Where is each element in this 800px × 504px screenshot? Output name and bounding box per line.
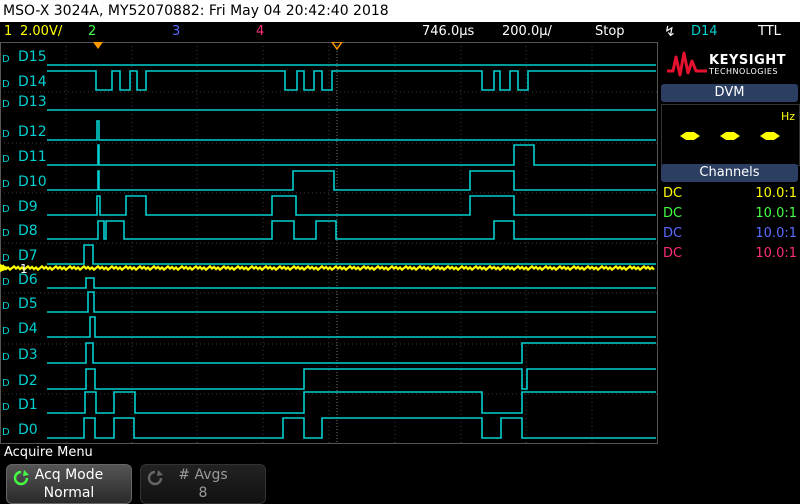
acq-mode-label: Acq Mode (34, 467, 104, 483)
channel-row[interactable]: DC 10.0:1 (663, 184, 797, 204)
dvm-readout: Hz (661, 104, 800, 166)
digital-channel-tag: D (2, 99, 10, 110)
channel3-coupling: DC (663, 226, 683, 241)
digital-channel-tag: D (2, 277, 10, 288)
channel2-probe: 10.0:1 (755, 206, 797, 221)
keysight-wave-icon (667, 51, 707, 77)
digital-trace (47, 220, 656, 240)
digital-channel-tag: D (2, 179, 10, 190)
num-avgs-value: 8 (198, 485, 208, 501)
digital-channel-label[interactable]: D0 (18, 422, 38, 438)
channel1-probe: 10.0:1 (755, 186, 797, 201)
digital-channel-label[interactable]: D2 (18, 373, 38, 389)
right-sidebar: KEYSIGHT TECHNOLOGIES DVM Hz Channels DC… (659, 42, 800, 444)
digital-channel-label[interactable]: D13 (18, 94, 47, 110)
acq-mode-value: Normal (43, 485, 95, 501)
channel2-coupling: DC (663, 206, 683, 221)
digital-trace (47, 391, 656, 414)
digital-channel-tag: D (2, 253, 10, 264)
digital-channel-tag: D (2, 204, 10, 215)
digital-channel-tag: D (2, 79, 10, 90)
brand-subtitle: TECHNOLOGIES (709, 67, 778, 76)
digital-trace (47, 277, 656, 289)
time-scale-readout[interactable]: 200.0µ/ (502, 22, 552, 42)
channel-row[interactable]: DC 10.0:1 (663, 204, 797, 224)
digital-channel-tag: D (2, 402, 10, 413)
waveform-svg: D D15D D14D D13D D12D D11D D10D D9D D8D D7D D6D D5D… (0, 41, 658, 444)
digital-channel-label[interactable]: D9 (18, 199, 38, 215)
digital-channel-tag: D (2, 326, 10, 337)
digital-channel-label[interactable]: D1 (18, 397, 38, 413)
channel1-scale[interactable]: 2.00V/ (20, 22, 62, 42)
channel4-coupling: DC (663, 246, 683, 261)
digital-channel-label[interactable]: D12 (18, 124, 47, 140)
digital-channel-label[interactable]: D15 (18, 49, 47, 65)
channel-row[interactable]: DC 10.0:1 (663, 244, 797, 264)
digital-channel-label[interactable]: D3 (18, 347, 38, 363)
num-avgs-softkey[interactable]: # Avgs 8 (140, 464, 266, 504)
window-title: MSO-X 3024A, MY52070882: Fri May 04 20:4… (3, 3, 389, 19)
channel-row[interactable]: DC 10.0:1 (663, 224, 797, 244)
digital-channel-label[interactable]: D5 (18, 296, 38, 312)
num-avgs-label: # Avgs (178, 467, 228, 483)
digital-trace (47, 120, 656, 141)
trigger-source[interactable]: D14 (691, 22, 718, 42)
window-title-bar: MSO-X 3024A, MY52070882: Fri May 04 20:4… (0, 0, 800, 22)
time-delay-readout[interactable]: 746.0µs (422, 22, 474, 42)
digital-channel-tag: D (2, 54, 10, 65)
digital-trace (47, 368, 656, 390)
digital-trace (47, 70, 656, 91)
run-state-indicator: Stop (595, 24, 625, 39)
digital-channel-label[interactable]: D11 (18, 149, 47, 165)
digital-channel-tag: D (2, 352, 10, 363)
dvm-header[interactable]: DVM (661, 84, 798, 102)
dvm-dashes-icon (680, 132, 780, 140)
channel1-coupling: DC (663, 186, 683, 201)
channel1-marker-label: 1 (20, 262, 28, 276)
digital-channel-tag: D (2, 427, 10, 438)
digital-trace (47, 195, 656, 216)
channels-header[interactable]: Channels (661, 164, 798, 182)
digital-trace (47, 244, 656, 265)
trigger-level[interactable]: TTL (758, 22, 781, 42)
waveform-display[interactable]: D D15 D D14 D D13 D D12 D D11 D D10 D D9 D D8 D D7 D D6 D D5 D… (0, 41, 658, 444)
softkey-menu: Acquire Menu Acq Mode Normal # Avgs 8 (0, 444, 800, 504)
digital-trace (47, 170, 656, 191)
digital-channel-label[interactable]: D8 (18, 223, 38, 239)
channel2-number[interactable]: 2 (88, 22, 96, 42)
digital-trace (47, 144, 656, 166)
digital-trace (47, 291, 656, 313)
digital-trace (47, 417, 656, 439)
trigger-position-marker[interactable] (93, 42, 103, 49)
digital-channel-tag: D (2, 228, 10, 239)
digital-channel-tag: D (2, 301, 10, 312)
channel4-number[interactable]: 4 (256, 22, 264, 42)
channel1-ground-marker[interactable] (0, 264, 10, 272)
channel1-number[interactable]: 1 (4, 22, 12, 42)
channel3-probe: 10.0:1 (755, 226, 797, 241)
brand-name: KEYSIGHT (709, 53, 786, 68)
keysight-logo: KEYSIGHT TECHNOLOGIES (659, 42, 800, 84)
digital-channel-tag: D (2, 129, 10, 140)
digital-channel-label[interactable]: D10 (18, 174, 47, 190)
digital-trace (47, 316, 656, 338)
digital-channel-label[interactable]: D14 (18, 74, 47, 90)
digital-channel-tag: D (2, 154, 10, 165)
channel4-probe: 10.0:1 (755, 246, 797, 261)
trigger-edge-icon: ↯ (664, 24, 676, 40)
status-bar: 1 2.00V/ 2 3 4 746.0µs 200.0µ/ Stop ↯ D1… (0, 22, 800, 42)
acq-mode-softkey[interactable]: Acq Mode Normal (6, 464, 132, 504)
digital-channel-tag: D (2, 378, 10, 389)
digital-channel-label[interactable]: D4 (18, 321, 38, 337)
menu-title: Acquire Menu (4, 445, 93, 460)
digital-trace (47, 342, 656, 364)
channel3-number[interactable]: 3 (172, 22, 180, 42)
